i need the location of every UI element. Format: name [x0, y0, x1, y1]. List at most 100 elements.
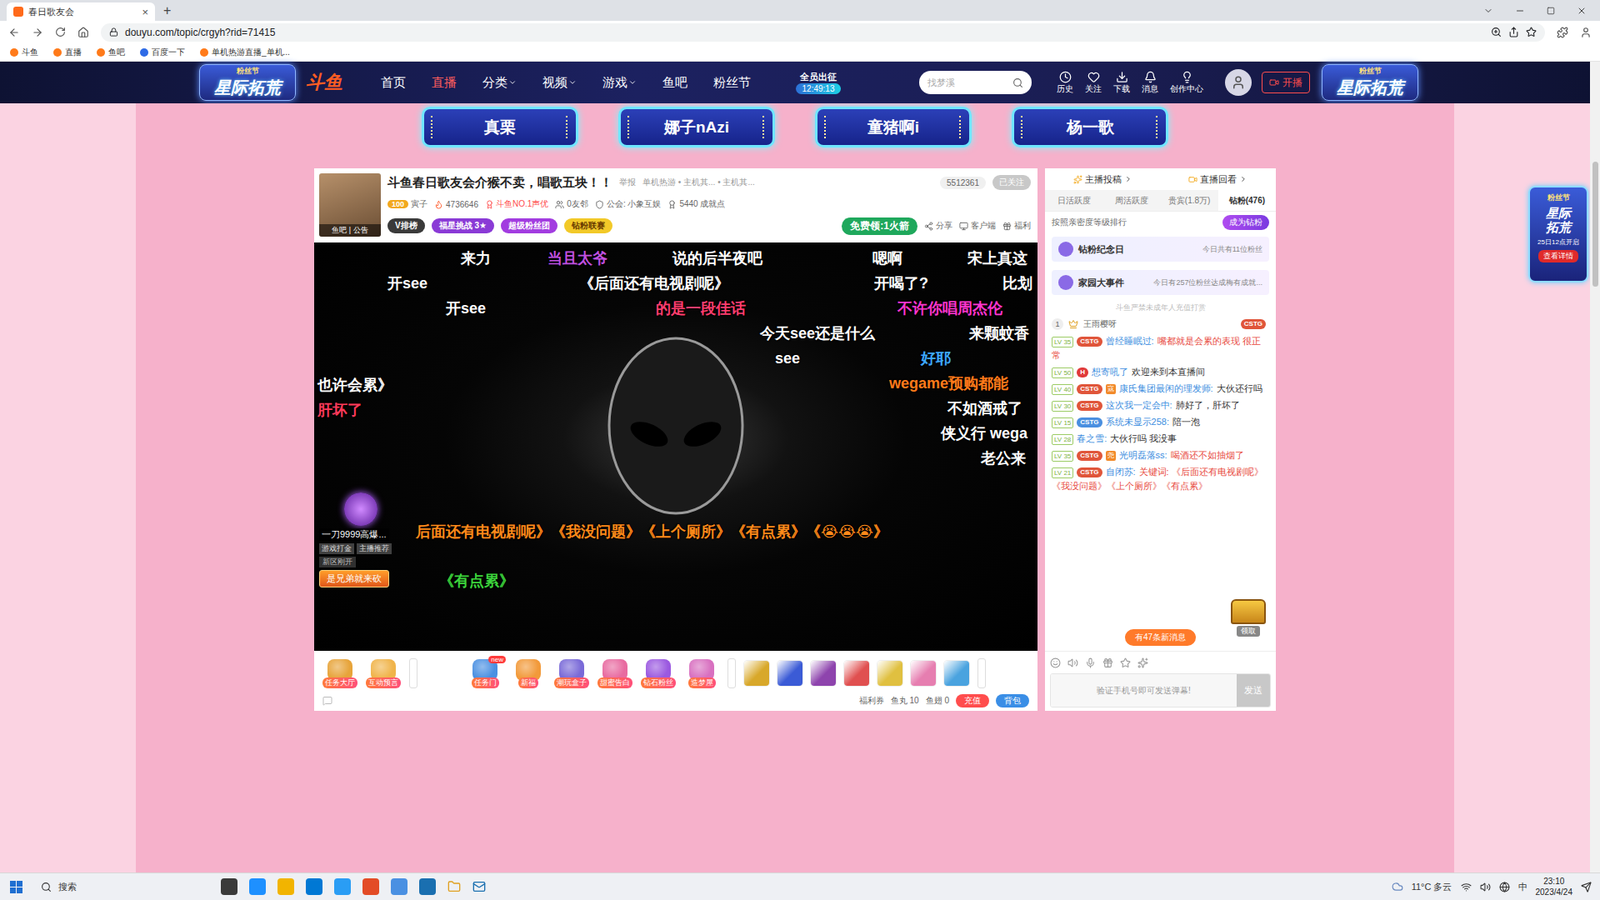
extensions-icon[interactable] — [1556, 26, 1569, 39]
room-action[interactable]: 分享 — [924, 220, 953, 232]
chat-tab[interactable]: 钻粉(476) — [1218, 190, 1276, 211]
info-card[interactable]: 家园大事件今日有257位粉丝达成梅有成就... — [1051, 270, 1270, 295]
sender-name[interactable]: 春之雪: — [1076, 433, 1107, 444]
clock[interactable]: 23:102023/4/24 — [1535, 875, 1574, 898]
tool-item[interactable]: 新福 — [510, 659, 546, 689]
mail-icon[interactable] — [472, 880, 486, 894]
anchor-tab[interactable]: 童猪啊i — [815, 106, 972, 148]
report-link[interactable]: 举报 — [619, 176, 636, 189]
nav-item[interactable]: 首页 — [380, 75, 406, 91]
chat-tab[interactable]: 周活跃度 — [1102, 190, 1160, 211]
reload-icon[interactable] — [55, 26, 66, 38]
event-countdown[interactable]: 全员出征12:49:13 — [787, 70, 850, 95]
tool-item[interactable]: 互动预言 — [365, 659, 401, 689]
minimize-icon[interactable] — [1515, 5, 1525, 16]
nav-item[interactable]: 直播 — [431, 75, 457, 91]
room-badge[interactable]: 钻粉联赛 — [564, 218, 613, 234]
gift-icon[interactable] — [777, 660, 803, 686]
gift-icon[interactable] — [877, 660, 903, 686]
taskbar-app-icon[interactable] — [390, 878, 408, 895]
ime-indicator[interactable]: 中 — [1518, 880, 1528, 894]
taskbar-search[interactable]: 搜索 — [34, 876, 210, 897]
taskbar-app-icon[interactable] — [334, 878, 351, 895]
promo-float[interactable]: 粉丝节星际拓荒25日12点开启查看详情 — [1528, 185, 1589, 283]
home-icon[interactable] — [77, 26, 90, 39]
scroll-thumb[interactable] — [1592, 161, 1599, 287]
gift-icon[interactable] — [910, 660, 936, 686]
anchor-avatar[interactable]: 鱼吧 | 公告 — [319, 173, 381, 237]
sender-name[interactable]: 自闭苏: — [1105, 466, 1136, 477]
chat-link[interactable]: 主播投稿 — [1073, 173, 1133, 186]
sender-name[interactable]: 康氏集团最闲的理发师: — [1119, 383, 1214, 394]
go-live-button[interactable]: 开播 — [1261, 71, 1310, 94]
new-messages-button[interactable]: 有47条新消息 — [1125, 629, 1196, 646]
promo-link[interactable]: 查看详情 — [1538, 250, 1579, 263]
tool-item[interactable]: 钻石粉丝 — [640, 659, 676, 689]
room-category[interactable]: 单机热游 • 主机其... • 主机其... — [642, 176, 755, 189]
room-action[interactable]: 福利 — [1002, 220, 1031, 232]
fan-festival-banner-right[interactable]: 粉丝节星际拓荒 — [1321, 64, 1419, 101]
back-icon[interactable] — [8, 26, 20, 39]
ad-button[interactable]: 是兄弟就来砍 — [319, 570, 390, 588]
send-button[interactable]: 发送 — [1236, 674, 1270, 707]
chat-tab[interactable]: 贵宾(1.8万) — [1160, 190, 1219, 211]
gift-icon[interactable] — [944, 660, 970, 686]
room-badge[interactable]: 超级粉丝团 — [500, 218, 558, 234]
zoom-icon[interactable] — [1490, 26, 1502, 38]
profile-icon[interactable] — [1580, 26, 1592, 39]
nav-item[interactable]: 分类 — [482, 75, 517, 91]
header-tool[interactable]: 关注 — [1085, 70, 1102, 95]
coupon[interactable]: 福利券 — [859, 695, 885, 707]
sound-icon[interactable] — [1067, 657, 1079, 669]
video-player[interactable]: 来力当且太爷说的后半夜吧嗯啊宋上真这开see《后面还有电视剧呢》开喝了?比划开s… — [314, 242, 1038, 651]
bookmark-item[interactable]: 斗鱼 — [10, 46, 39, 59]
language-icon[interactable] — [1499, 881, 1510, 893]
effects-icon[interactable] — [1137, 657, 1149, 669]
treasure-box[interactable]: 领取 — [1230, 599, 1266, 637]
bookmark-item[interactable]: 单机热游直播_单机... — [200, 46, 290, 59]
achievement[interactable]: 5440 成就点 — [667, 198, 725, 210]
tab-close[interactable]: × — [141, 5, 149, 19]
url-field[interactable]: douyu.com/topic/crgyh?rid=71415 — [100, 23, 1545, 42]
star-icon[interactable] — [1120, 657, 1131, 669]
room-action[interactable]: 客户端 — [959, 220, 996, 232]
sender-name[interactable]: 曾经睡眠过: — [1105, 335, 1155, 346]
share-icon[interactable] — [1508, 26, 1520, 38]
taskbar-app-icon[interactable] — [249, 878, 266, 895]
header-tool[interactable]: 创作中心 — [1170, 70, 1204, 95]
gift-tool-icon[interactable] — [1102, 657, 1114, 669]
start-icon[interactable] — [10, 880, 23, 894]
tool-item[interactable]: 甜蜜告白 — [597, 659, 633, 689]
info-card[interactable]: 钻粉纪念日今日共有11位粉丝 — [1051, 236, 1270, 262]
sender-name[interactable]: 想寄吼了 — [1091, 366, 1129, 377]
tool-item[interactable]: 潮玩盒子 — [554, 659, 590, 689]
tool-item[interactable]: 造梦屋 — [684, 659, 720, 689]
gift-icon[interactable] — [810, 660, 836, 686]
anchor-name[interactable]: 100寅子 — [387, 198, 428, 210]
bookmark-item[interactable]: 百度一下 — [140, 46, 185, 59]
video-ad[interactable]: 一刀9999高爆...游戏打金主播推荐新区刚开是兄弟就来砍 — [319, 492, 405, 588]
emoji-icon[interactable] — [1050, 657, 1061, 669]
guild[interactable]: 公会: 小象互娱 — [595, 198, 662, 210]
tool-item[interactable]: 任务大厅 — [322, 659, 358, 689]
page-scrollbar[interactable] — [1590, 61, 1600, 873]
header-tool[interactable]: 消息 — [1141, 70, 1159, 95]
taskbar-app-icon[interactable] — [305, 878, 323, 895]
tool-item[interactable]: 任务门new — [467, 659, 503, 689]
site-logo[interactable]: 斗鱼 — [305, 70, 343, 95]
gift-icon[interactable] — [744, 660, 770, 686]
chat-tab[interactable]: 日活跃度 — [1045, 190, 1103, 211]
mic-icon[interactable] — [1085, 657, 1096, 669]
room-badge[interactable]: V排榜 — [387, 218, 425, 234]
free-gift-button[interactable]: 免费领:1火箭 — [841, 217, 918, 235]
room-badge[interactable]: 福星挑战 3★ — [431, 218, 495, 234]
anchor-tab[interactable]: 娜子nAzi — [618, 106, 775, 148]
chat-link[interactable]: 直播回看 — [1188, 173, 1248, 186]
anchor-tab[interactable]: 杨一歌 — [1011, 106, 1169, 148]
search-icon[interactable] — [1012, 77, 1024, 89]
nav-item[interactable]: 粉丝节 — [713, 75, 751, 91]
gift-icon[interactable] — [844, 660, 870, 686]
avatar-links[interactable]: 鱼吧 | 公告 — [319, 224, 381, 237]
recharge-button[interactable]: 充值 — [955, 694, 990, 708]
close-icon[interactable] — [1576, 5, 1587, 16]
